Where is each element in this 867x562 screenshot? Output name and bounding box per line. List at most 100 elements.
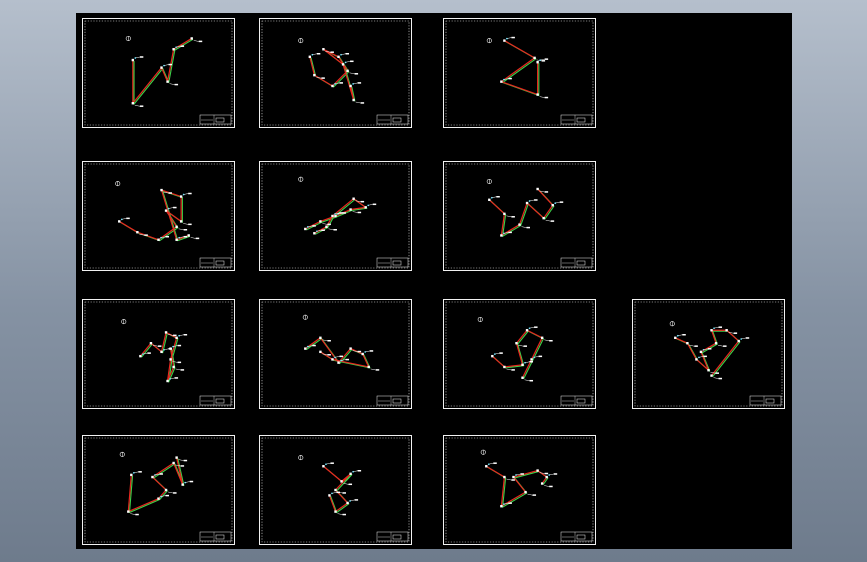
- pipe-fitting: [542, 216, 545, 220]
- annotation-mark: [173, 334, 177, 337]
- dimension-leader: [506, 215, 512, 218]
- north-arrow-icon: [486, 38, 492, 44]
- annotation-mark: [496, 196, 500, 198]
- pipe-fitting: [149, 342, 153, 345]
- drawing-sheet[interactable]: [82, 435, 235, 545]
- drawing-sheet[interactable]: [259, 299, 412, 409]
- drawing-sheet[interactable]: [82, 161, 235, 271]
- pipe-fitting: [352, 197, 355, 200]
- pipe-fitting: [308, 55, 312, 58]
- pipe-fitting: [485, 465, 488, 468]
- pipe-fitting: [139, 354, 142, 358]
- pipe-fitting: [175, 225, 178, 228]
- pipe-fitting: [551, 204, 554, 207]
- dimension-leader: [352, 211, 358, 213]
- pipe-fitting: [175, 336, 178, 339]
- annotation-mark: [342, 492, 346, 494]
- pipe-fitting: [536, 187, 539, 191]
- annotation-mark: [189, 480, 194, 483]
- annotation-mark: [511, 36, 515, 39]
- pipe-fitting: [536, 469, 539, 472]
- dimension-leader: [370, 368, 376, 371]
- annotation-mark: [183, 459, 188, 462]
- north-arrow-icon: [477, 316, 483, 322]
- pipe-fitting: [164, 209, 168, 212]
- pipe-fitting: [674, 336, 677, 339]
- pipe-fitting: [503, 39, 506, 42]
- dimension-leader: [539, 96, 545, 98]
- drawing-sheet[interactable]: [259, 435, 412, 545]
- annotation-mark: [321, 77, 325, 79]
- pipe-fitting: [349, 347, 352, 350]
- drawing-sheet[interactable]: [443, 18, 596, 128]
- drawing-sheet[interactable]: [632, 299, 785, 409]
- annotation-mark: [508, 502, 512, 504]
- annotation-mark: [544, 58, 549, 60]
- annotation-mark: [139, 105, 144, 107]
- annotation-mark: [544, 191, 549, 193]
- drawing-sheet[interactable]: [259, 161, 412, 271]
- pipe-fitting: [166, 80, 169, 83]
- inner-border: [445, 20, 594, 126]
- pipe-fitting: [313, 73, 316, 77]
- annotation-mark: [511, 479, 515, 481]
- annotation-mark: [538, 355, 543, 358]
- dimension-leader: [193, 40, 199, 42]
- drawing-sheet[interactable]: [443, 435, 596, 545]
- inner-border: [261, 20, 410, 126]
- inner-border: [84, 301, 233, 407]
- pipe-fitting: [131, 102, 135, 105]
- annotation-mark: [707, 348, 712, 350]
- pipe-fitting: [130, 473, 133, 477]
- title-block: [560, 531, 593, 542]
- dimension-leader: [178, 459, 184, 461]
- drawing-sheet[interactable]: [82, 299, 235, 409]
- pipe-fitting: [175, 238, 178, 241]
- dimension-leader: [506, 368, 512, 371]
- annotation-mark: [144, 234, 148, 236]
- dimension-leader: [527, 493, 533, 496]
- pipe-fitting: [714, 342, 718, 345]
- title-block: [560, 257, 593, 268]
- pipe-fitting: [172, 461, 175, 465]
- annotation-mark: [508, 231, 512, 234]
- dimension-leader: [134, 104, 140, 107]
- annotation-mark: [372, 203, 377, 206]
- drawing-canvas[interactable]: [76, 13, 792, 549]
- annotation-mark: [534, 326, 538, 328]
- annotation-mark: [126, 217, 130, 220]
- annotation-mark: [553, 473, 558, 475]
- pipe-run: [491, 329, 543, 379]
- pipe-fitting: [737, 339, 740, 343]
- dimension-leader: [524, 379, 530, 382]
- annotation-mark: [327, 340, 331, 342]
- pipe-fitting: [164, 331, 168, 334]
- annotation-mark: [682, 334, 686, 336]
- annotation-mark: [550, 220, 555, 222]
- pipe-run-secondary: [493, 330, 544, 379]
- pipe-fitting: [525, 329, 529, 332]
- drawing-sheet[interactable]: [82, 18, 235, 128]
- drawing-sheet[interactable]: [443, 161, 596, 271]
- pipe-fitting: [500, 80, 503, 83]
- annotation-mark: [168, 192, 173, 194]
- dimension-leader: [130, 513, 136, 515]
- annotation-mark: [165, 235, 169, 238]
- dimension-leader: [337, 513, 343, 515]
- title-block: [376, 257, 409, 268]
- drawing-sheet[interactable]: [259, 18, 412, 128]
- pipe-fitting: [710, 374, 713, 377]
- pipe-fitting: [331, 214, 334, 218]
- annotation-mark: [544, 472, 549, 475]
- annotation-mark: [360, 200, 365, 203]
- annotation-mark: [718, 326, 723, 328]
- pipe-fitting: [151, 475, 154, 479]
- annotation-mark: [180, 465, 185, 467]
- annotation-mark: [183, 229, 188, 231]
- pipe-fitting: [181, 483, 184, 486]
- pipe-fitting: [179, 195, 183, 198]
- annotation-mark: [694, 345, 698, 347]
- drawing-sheet[interactable]: [443, 299, 596, 409]
- pipe-run: [127, 457, 184, 513]
- dimension-leader: [355, 101, 361, 104]
